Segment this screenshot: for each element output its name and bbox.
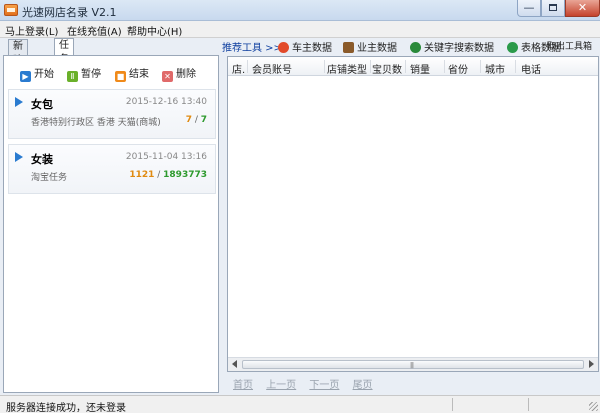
- start-button[interactable]: ▶ 开始: [20, 65, 54, 82]
- next-page-link[interactable]: 下一页: [309, 380, 339, 391]
- column-divider: [324, 60, 325, 73]
- tab-task-list[interactable]: 任务列表: [54, 38, 74, 93]
- scroll-right-icon[interactable]: [589, 360, 594, 368]
- task-done-count: 1121: [129, 170, 155, 180]
- column-divider: [405, 60, 406, 73]
- tool-car-owner[interactable]: 车主数据: [278, 39, 332, 54]
- status-text: 服务器连接成功，还未登录: [6, 403, 126, 413]
- task-actions: ▶ 开始 Ⅱ 暂停 ■ 结束 ✕ 删除: [4, 56, 218, 84]
- magnifier-icon: [410, 42, 421, 53]
- last-page-link[interactable]: 尾页: [353, 380, 373, 391]
- scroll-thumb[interactable]: |||: [242, 360, 584, 369]
- task-name: 女装: [31, 153, 53, 166]
- task-date: 2015-11-04 13:16: [125, 152, 207, 162]
- scroll-left-icon[interactable]: [232, 360, 237, 368]
- task-counts: 1121 / 1893773: [129, 170, 207, 180]
- task-date: 2015-12-16 13:40: [125, 97, 207, 107]
- resize-grip-icon[interactable]: [589, 402, 598, 411]
- prev-page-link[interactable]: 上一页: [266, 380, 296, 391]
- column-divider: [515, 60, 516, 73]
- status-bar: 服务器连接成功，还未登录: [0, 395, 600, 413]
- stop-button[interactable]: ■ 结束: [115, 65, 149, 82]
- column-header[interactable]: 电话: [521, 61, 541, 76]
- task-item[interactable]: 女装 2015-11-04 13:16 淘宝任务 1121 / 1893773: [8, 144, 216, 194]
- task-list-panel: ▶ 开始 Ⅱ 暂停 ■ 结束 ✕ 删除 女包 2015-12-16 13:40 香港特别…: [3, 55, 219, 393]
- house-icon: [343, 42, 354, 53]
- task-subtitle: 香港特别行政区 香港 天猫(商城): [31, 118, 161, 128]
- pagination: 首页 上一页 下一页 尾页: [233, 376, 383, 391]
- column-header[interactable]: 销量: [410, 61, 430, 76]
- maximize-button[interactable]: [541, 0, 565, 17]
- task-name: 女包: [31, 98, 53, 111]
- horizontal-scrollbar[interactable]: |||: [228, 357, 598, 371]
- play-arrow-icon[interactable]: [15, 152, 23, 162]
- menu-recharge[interactable]: 在线充值(A): [67, 23, 122, 38]
- tool-property-owner[interactable]: 业主数据: [343, 39, 397, 54]
- car-owner-icon: [278, 42, 289, 53]
- app-icon: [4, 4, 18, 16]
- menu-login[interactable]: 马上登录(L): [5, 23, 58, 38]
- column-header[interactable]: 店.: [232, 61, 245, 76]
- task-subtitle: 淘宝任务: [31, 173, 68, 183]
- delete-icon: ✕: [162, 71, 173, 82]
- minimize-button[interactable]: —: [517, 0, 541, 17]
- recommend-label: 推荐工具 >>: [222, 43, 282, 54]
- tool-keyword-search[interactable]: 关键字搜索数据: [410, 39, 494, 54]
- column-divider: [444, 60, 445, 73]
- column-header[interactable]: 宝贝数: [372, 61, 402, 76]
- column-header[interactable]: 店铺类型: [327, 61, 367, 76]
- pause-button[interactable]: Ⅱ 暂停: [67, 65, 101, 82]
- column-header[interactable]: 省份: [448, 61, 468, 76]
- recommend-toolbar: 推荐工具 >> 车主数据 业主数据 关键字搜索数据 表格数据 取出工具箱: [222, 38, 600, 54]
- title-bar: 光速网店名录 V2.1 — ✕: [0, 0, 600, 21]
- play-icon: ▶: [20, 71, 31, 82]
- delete-button[interactable]: ✕ 删除: [162, 65, 196, 82]
- column-divider: [247, 60, 248, 73]
- task-total-count: 1893773: [163, 170, 207, 180]
- play-arrow-icon[interactable]: [15, 97, 23, 107]
- window-title: 光速网店名录 V2.1: [22, 6, 117, 19]
- results-table[interactable]: 店. 会员账号 店铺类型 宝贝数 销量 省份 城市 电话 |||: [227, 56, 599, 372]
- menu-help[interactable]: 帮助中心(H): [127, 23, 182, 38]
- task-total-count: 7: [200, 115, 207, 125]
- menu-bar: 马上登录(L) 在线充值(A) 帮助中心(H): [0, 21, 600, 38]
- toolbox-overlap-label[interactable]: 取出工具箱: [547, 39, 592, 52]
- table-icon: [507, 42, 518, 53]
- pause-icon: Ⅱ: [67, 71, 78, 82]
- task-counts: 7 / 7: [185, 115, 207, 125]
- column-divider: [480, 60, 481, 73]
- maximize-icon: [549, 4, 557, 11]
- task-item[interactable]: 女包 2015-12-16 13:40 香港特别行政区 香港 天猫(商城) 7 …: [8, 89, 216, 139]
- grip-icon: |||: [410, 362, 414, 369]
- column-header[interactable]: 会员账号: [252, 61, 292, 76]
- status-divider: [528, 398, 529, 411]
- status-divider: [452, 398, 453, 411]
- table-header: 店. 会员账号 店铺类型 宝贝数 销量 省份 城市 电话: [228, 57, 598, 76]
- close-button[interactable]: ✕: [565, 0, 600, 17]
- column-divider: [370, 60, 371, 73]
- column-header[interactable]: 城市: [485, 61, 505, 76]
- stop-icon: ■: [115, 71, 126, 82]
- tab-new-task[interactable]: 新建任务: [8, 39, 28, 94]
- first-page-link[interactable]: 首页: [233, 380, 253, 391]
